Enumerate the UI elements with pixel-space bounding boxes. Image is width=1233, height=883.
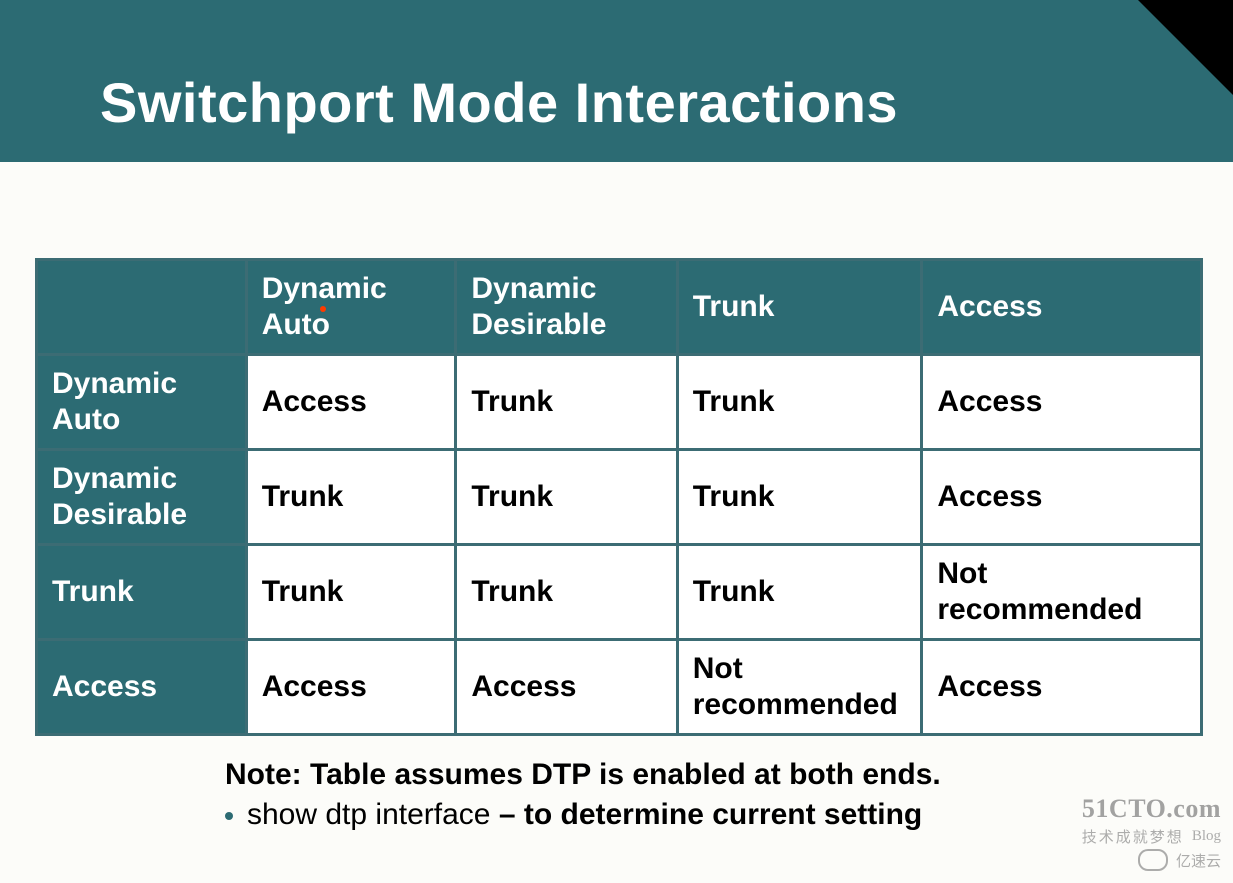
column-header: Dynamic Auto (246, 260, 456, 355)
laser-pointer-icon (320, 306, 326, 312)
content-area: Dynamic Auto Dynamic Desirable Trunk Acc… (35, 258, 1203, 832)
table-cell: Access (922, 640, 1202, 735)
table-cell: Trunk (246, 450, 456, 545)
slide-title: Switchport Mode Interactions (100, 70, 898, 135)
table-cell: Access (922, 450, 1202, 545)
corner-fold-icon (1138, 0, 1233, 95)
bullet-icon (225, 812, 233, 820)
column-header (37, 260, 247, 355)
table-row: Dynamic Auto Access Trunk Trunk Access (37, 355, 1202, 450)
row-header: Dynamic Desirable (37, 450, 247, 545)
table-row: Dynamic Desirable Trunk Trunk Trunk Acce… (37, 450, 1202, 545)
watermark-brand: 亿速云 (1176, 850, 1221, 871)
watermark-logo-text: 51CTO.com (1082, 794, 1221, 824)
column-header: Trunk (677, 260, 922, 355)
table-cell: Access (922, 355, 1202, 450)
column-header: Dynamic Desirable (456, 260, 677, 355)
table-cell: Trunk (456, 545, 677, 640)
note-rest: to determine current setting (524, 798, 922, 831)
note-separator: – (490, 798, 523, 831)
row-header: Dynamic Auto (37, 355, 247, 450)
table-cell: Trunk (246, 545, 456, 640)
table-cell: Access (246, 355, 456, 450)
table-header-row: Dynamic Auto Dynamic Desirable Trunk Acc… (37, 260, 1202, 355)
table-cell: Access (456, 640, 677, 735)
watermark-brand-row: 亿速云 (1082, 849, 1221, 871)
table-row: Trunk Trunk Trunk Trunk Not recommended (37, 545, 1202, 640)
table-cell: Not recommended (677, 640, 922, 735)
table-cell: Trunk (677, 355, 922, 450)
note-command: show dtp interface (247, 798, 490, 831)
slide: Switchport Mode Interactions Dynamic Aut… (0, 0, 1233, 883)
row-header: Trunk (37, 545, 247, 640)
note-block: Note: Table assumes DTP is enabled at bo… (225, 758, 1203, 832)
title-bar: Switchport Mode Interactions (0, 0, 1233, 162)
column-header: Access (922, 260, 1202, 355)
watermark-subline: 技术成就梦想 Blog (1082, 826, 1221, 847)
cloud-icon (1138, 849, 1168, 871)
table-cell: Not recommended (922, 545, 1202, 640)
note-bullet: show dtp interface – to determine curren… (225, 798, 1203, 832)
table-row: Access Access Access Not recommended Acc… (37, 640, 1202, 735)
watermark: 51CTO.com 技术成就梦想 Blog 亿速云 (1082, 794, 1221, 871)
table-cell: Trunk (677, 450, 922, 545)
note-text: Note: Table assumes DTP is enabled at bo… (225, 758, 1203, 792)
table-cell: Trunk (677, 545, 922, 640)
table-cell: Trunk (456, 450, 677, 545)
row-header: Access (37, 640, 247, 735)
mode-interaction-table: Dynamic Auto Dynamic Desirable Trunk Acc… (35, 258, 1203, 736)
watermark-slogan: 技术成就梦想 (1082, 826, 1184, 847)
watermark-blog: Blog (1192, 828, 1221, 845)
table-cell: Trunk (456, 355, 677, 450)
table-cell: Access (246, 640, 456, 735)
